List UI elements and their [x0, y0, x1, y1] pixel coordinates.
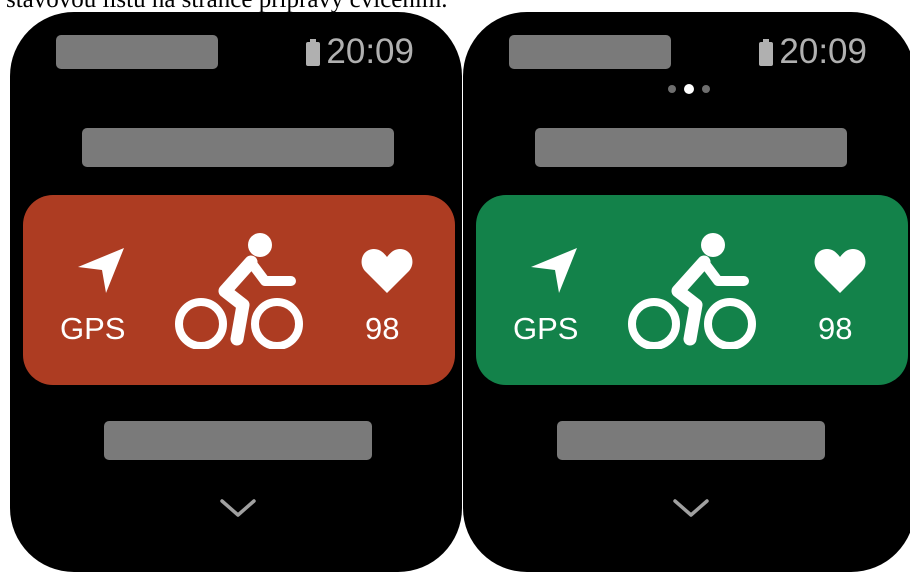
heart-rate-value: 98: [818, 311, 853, 346]
gps-label: GPS: [513, 311, 579, 346]
status-placeholder-bar: [509, 35, 671, 69]
time-display: 20:09: [326, 32, 414, 71]
page-dot: [668, 85, 676, 93]
bottom-placeholder-bar: [104, 421, 372, 460]
chevron-down-icon[interactable]: [219, 498, 257, 518]
page-dot-active: [684, 84, 694, 94]
gps-arrow-icon: [78, 248, 124, 293]
chevron-down-icon[interactable]: [672, 498, 710, 518]
time-display: 20:09: [779, 32, 867, 71]
title-placeholder-bar: [535, 128, 847, 167]
watch-screen-red: 20:09 GPS 98: [10, 12, 462, 572]
cycling-icon: [628, 233, 756, 349]
heart-icon: [361, 249, 413, 293]
battery-icon: [759, 38, 774, 66]
title-placeholder-bar: [82, 128, 394, 167]
page-dot: [702, 85, 710, 93]
status-area: 20:09: [759, 32, 867, 72]
gps-arrow-icon: [531, 248, 577, 293]
status-placeholder-bar: [56, 35, 218, 69]
watch-screen-green: 20:09 GPS 98: [463, 12, 910, 572]
workout-status-card[interactable]: GPS 98: [23, 195, 455, 385]
workout-status-card[interactable]: GPS 98: [476, 195, 908, 385]
heart-icon: [814, 249, 866, 293]
cycling-icon: [175, 233, 303, 349]
battery-icon: [306, 38, 321, 66]
status-area: 20:09: [306, 32, 414, 72]
page-indicator: [463, 84, 910, 94]
gps-label: GPS: [60, 311, 126, 346]
heart-rate-value: 98: [365, 311, 400, 346]
bottom-placeholder-bar: [557, 421, 825, 460]
